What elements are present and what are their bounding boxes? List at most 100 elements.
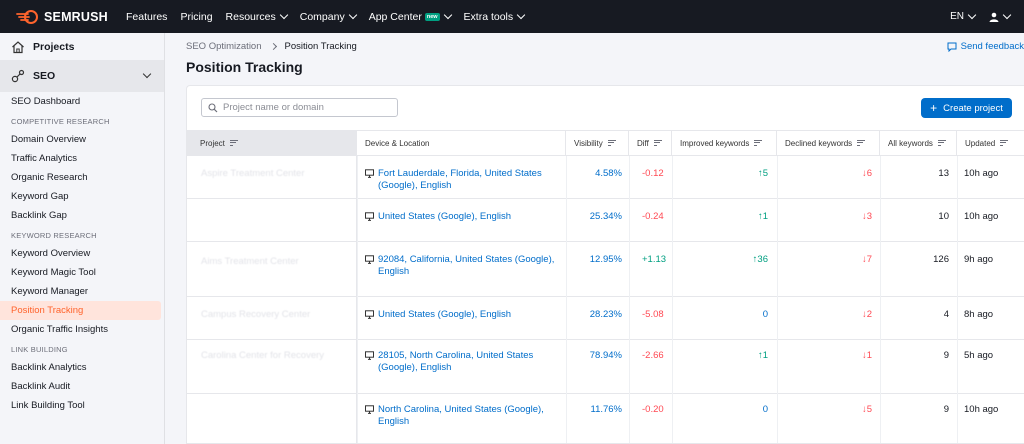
- seo-icon: [11, 69, 25, 83]
- all-keywords-value[interactable]: 126: [892, 254, 949, 265]
- improved-keywords-value[interactable]: ↑36: [727, 254, 768, 265]
- column-visibility[interactable]: Visibility: [566, 131, 629, 155]
- table-row[interactable]: Carolina Center for Recovery 28105, North…: [187, 340, 1024, 394]
- sidebar-item-link-building-tool[interactable]: Link Building Tool: [0, 396, 164, 415]
- declined-keywords-value[interactable]: ↓5: [832, 404, 872, 415]
- improved-keywords-value[interactable]: ↑5: [727, 168, 768, 179]
- all-keywords-value[interactable]: 10: [892, 211, 949, 222]
- sidebar-item-keyword-gap[interactable]: Keyword Gap: [0, 187, 164, 206]
- chevron-down-icon: [1002, 10, 1012, 19]
- sidebar-item-organic-research[interactable]: Organic Research: [0, 168, 164, 187]
- sidebar-item-organic-traffic-insights[interactable]: Organic Traffic Insights: [0, 320, 164, 339]
- column-all-keywords[interactable]: All keywords: [880, 131, 957, 155]
- breadcrumb-parent[interactable]: SEO Optimization: [186, 41, 262, 52]
- sidebar-item-keyword-manager[interactable]: Keyword Manager: [0, 282, 164, 301]
- nav-extra-tools[interactable]: Extra tools: [464, 10, 526, 23]
- all-keywords-value[interactable]: 9: [892, 404, 949, 415]
- all-keywords-value[interactable]: 4: [892, 309, 949, 320]
- column-visibility-label: Visibility: [574, 139, 603, 148]
- column-improved-keywords[interactable]: Improved keywords: [672, 131, 777, 155]
- declined-keywords-value[interactable]: ↓1: [832, 350, 872, 361]
- location-link[interactable]: North Carolina, United States (Google), …: [378, 404, 555, 428]
- sidebar-item-backlink-analytics[interactable]: Backlink Analytics: [0, 358, 164, 377]
- table-row[interactable]: North Carolina, United States (Google), …: [187, 394, 1024, 443]
- sidebar-item-traffic-analytics[interactable]: Traffic Analytics: [0, 149, 164, 168]
- search-input[interactable]: [223, 102, 383, 113]
- location-link[interactable]: 92084, California, United States (Google…: [378, 254, 555, 278]
- search-icon: [208, 102, 218, 112]
- project-name[interactable]: Campus Recovery Center: [201, 309, 310, 320]
- table-row[interactable]: Campus Recovery Center United States (Goo…: [187, 297, 1024, 340]
- create-project-button[interactable]: + Create project: [921, 98, 1012, 118]
- column-improved-label: Improved keywords: [680, 139, 750, 148]
- location-link[interactable]: Fort Lauderdale, Florida, United States …: [378, 168, 555, 192]
- sidebar-seo-toggle[interactable]: SEO: [0, 60, 164, 92]
- feedback-icon: [947, 42, 957, 52]
- column-project[interactable]: Project: [187, 131, 357, 155]
- visibility-value[interactable]: 11.76%: [572, 404, 622, 415]
- chevron-down-icon: [348, 10, 357, 19]
- visibility-value[interactable]: 12.95%: [572, 254, 622, 265]
- user-menu[interactable]: [989, 10, 1012, 22]
- column-device-label: Device & Location: [365, 139, 430, 148]
- chevron-down-icon: [516, 10, 526, 19]
- table-row[interactable]: United States (Google), English 25.34% -0.…: [187, 199, 1024, 242]
- language-selector[interactable]: EN: [950, 10, 977, 22]
- location-link[interactable]: United States (Google), English: [378, 211, 511, 223]
- chevron-right-icon: [269, 42, 277, 51]
- nav-pricing[interactable]: Pricing: [180, 11, 212, 23]
- column-updated[interactable]: Updated: [957, 131, 1024, 155]
- semrush-logo[interactable]: SEMRUSH: [16, 9, 126, 24]
- visibility-value[interactable]: 4.58%: [572, 168, 622, 179]
- column-divider: [566, 156, 567, 443]
- chevron-down-icon: [443, 10, 452, 19]
- sidebar-item-backlink-gap[interactable]: Backlink Gap: [0, 206, 164, 225]
- nav-features[interactable]: Features: [126, 11, 167, 23]
- table-row[interactable]: Aspire Treatment Center Fort Lauderdale, …: [187, 156, 1024, 199]
- visibility-value[interactable]: 78.94%: [572, 350, 622, 361]
- updated-value: 10h ago: [964, 404, 999, 415]
- table-row[interactable]: Aims Treatment Center 92084, California, …: [187, 242, 1024, 297]
- diff-value: -5.08: [642, 309, 664, 320]
- project-name[interactable]: Aspire Treatment Center: [201, 168, 305, 179]
- column-project-label: Project: [200, 139, 225, 148]
- top-right-controls: EN: [950, 0, 1024, 33]
- nav-company[interactable]: Company: [300, 10, 357, 23]
- declined-keywords-value[interactable]: ↓3: [832, 211, 872, 222]
- column-device-location: Device & Location: [357, 131, 566, 155]
- sidebar-item-seo-dashboard[interactable]: SEO Dashboard: [0, 92, 164, 111]
- improved-keywords-value[interactable]: ↑1: [727, 350, 768, 361]
- project-name[interactable]: Carolina Center for Recovery: [201, 350, 324, 361]
- declined-keywords-value[interactable]: ↓2: [832, 309, 872, 320]
- diff-value: -0.12: [642, 168, 664, 179]
- send-feedback-link[interactable]: Send feedback: [947, 41, 1024, 52]
- nav-app-center[interactable]: App Center new: [369, 10, 452, 23]
- improved-keywords-value[interactable]: 0: [727, 404, 768, 415]
- project-search[interactable]: [201, 98, 398, 117]
- location-link[interactable]: 28105, North Carolina, United States (Go…: [378, 350, 555, 374]
- sidebar-item-keyword-overview[interactable]: Keyword Overview: [0, 244, 164, 263]
- project-name[interactable]: Aims Treatment Center: [201, 256, 299, 267]
- declined-keywords-value[interactable]: ↓6: [832, 168, 872, 179]
- visibility-value[interactable]: 25.34%: [572, 211, 622, 222]
- nav-resources-label: Resources: [225, 10, 276, 23]
- sidebar-item-domain-overview[interactable]: Domain Overview: [0, 130, 164, 149]
- sidebar-item-position-tracking[interactable]: Position Tracking: [0, 301, 161, 320]
- sidebar-projects[interactable]: Projects: [0, 33, 164, 60]
- all-keywords-value[interactable]: 13: [892, 168, 949, 179]
- column-declined-keywords[interactable]: Declined keywords: [777, 131, 880, 155]
- improved-keywords-value[interactable]: 0: [727, 309, 768, 320]
- plus-icon: +: [930, 101, 938, 115]
- all-keywords-value[interactable]: 9: [892, 350, 949, 361]
- column-diff[interactable]: Diff: [629, 131, 672, 155]
- sort-icon: [857, 139, 866, 146]
- improved-keywords-value[interactable]: ↑1: [727, 211, 768, 222]
- send-feedback-label: Send feedback: [960, 41, 1024, 52]
- sidebar-item-backlink-audit[interactable]: Backlink Audit: [0, 377, 164, 396]
- sidebar-item-keyword-magic-tool[interactable]: Keyword Magic Tool: [0, 263, 164, 282]
- location-link[interactable]: United States (Google), English: [378, 309, 511, 321]
- declined-keywords-value[interactable]: ↓7: [832, 254, 872, 265]
- nav-resources[interactable]: Resources: [225, 10, 288, 23]
- desktop-icon: [365, 351, 374, 360]
- visibility-value[interactable]: 28.23%: [572, 309, 622, 320]
